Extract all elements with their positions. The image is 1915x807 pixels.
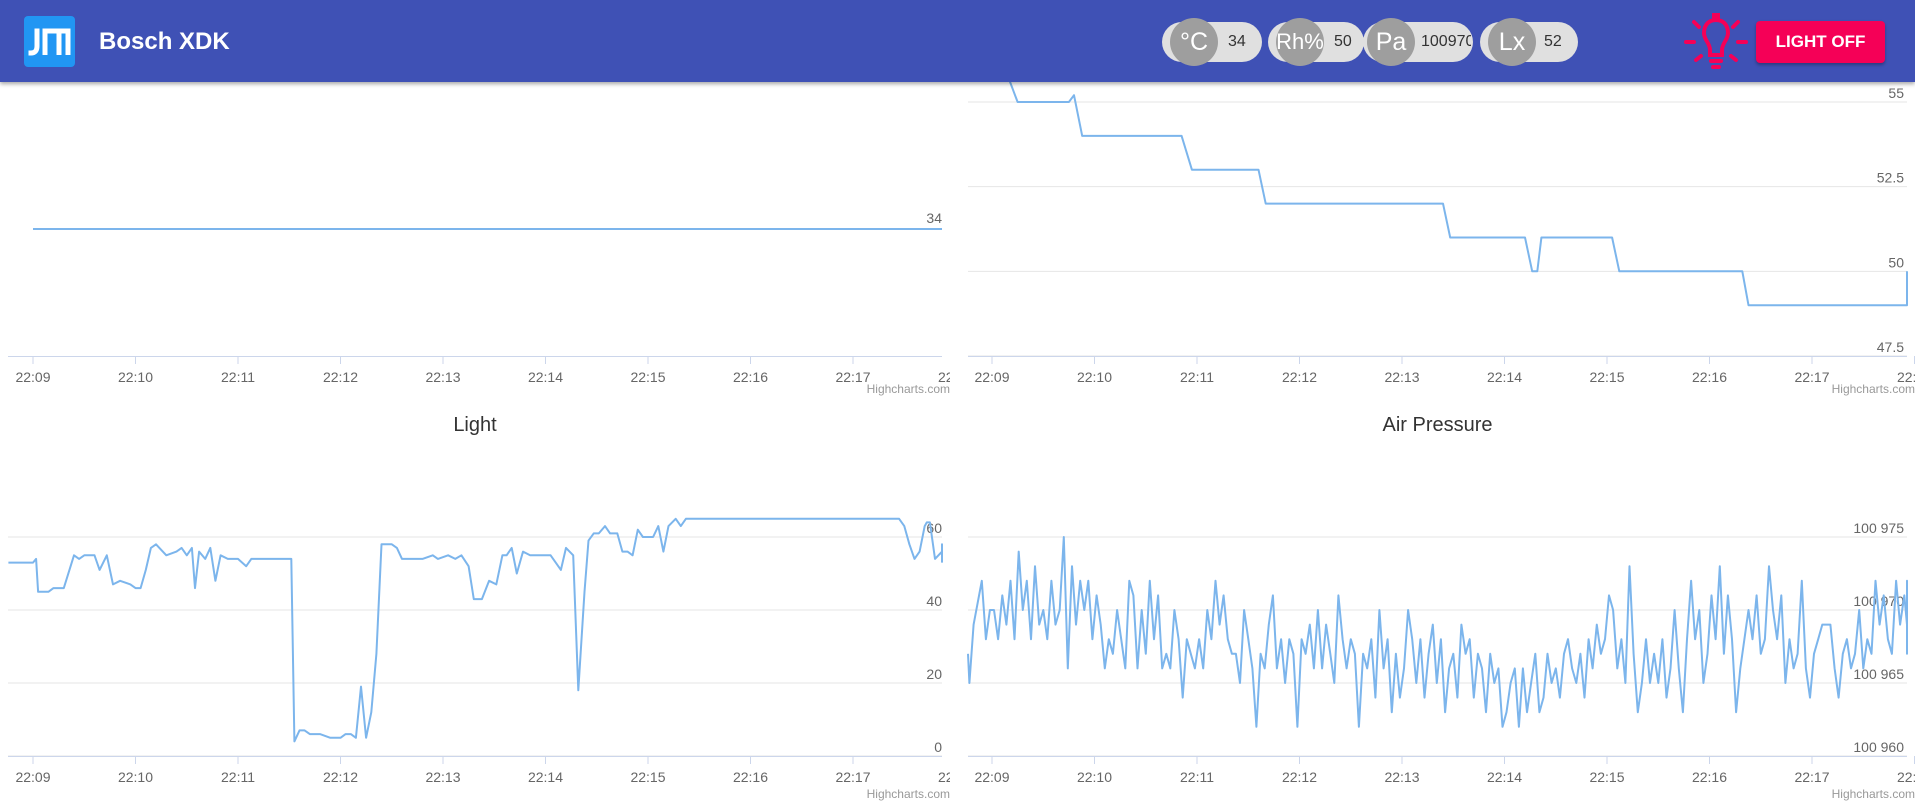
x-tick-label: 22:09: [974, 769, 1009, 785]
x-tick-label: 22:12: [1282, 369, 1317, 385]
y-tick-label: 52.5: [1877, 170, 1904, 186]
x-tick-label: 22:09: [974, 369, 1009, 385]
highcharts-credit[interactable]: Highcharts.com: [1832, 787, 1915, 801]
humidity-chart-plot: 55 52.5 50 47.5 22:09 22:10 22:11 22:12 22:13 22:…: [968, 82, 1915, 385]
app-logo-mark-icon: [28, 28, 71, 56]
y-tick-label: 55: [1888, 85, 1904, 101]
highcharts-credit[interactable]: Highcharts.com: [867, 787, 950, 801]
air-pressure-chart: Air Pressure 100 975 100 970 100 965 100 96…: [960, 402, 1915, 807]
x-tick-label: 22:11: [221, 369, 255, 385]
air-pressure-chart-plot: 100 975100 970100 965100 96022:09 22:10 22…: [967, 520, 1915, 785]
light-toggle-button[interactable]: LIGHT OFF: [1756, 21, 1885, 63]
x-tick-label: 22:10: [1077, 369, 1112, 385]
x-tick-label: 22:17: [1794, 769, 1829, 785]
x-tick-label: 22:10: [118, 769, 153, 785]
humidity-icon: Rh%: [1276, 18, 1324, 66]
y-tick-label: 20: [926, 666, 942, 682]
series-line: [8, 517, 943, 743]
highcharts-credit[interactable]: Highcharts.com: [1832, 382, 1915, 396]
x-tick-label: 22:14: [1487, 769, 1522, 785]
lux-icon: Lx: [1488, 18, 1536, 66]
series-line: [967, 536, 1908, 728]
x-tick-label: 22:17: [835, 369, 870, 385]
x-tick-label: 22:18: [1897, 769, 1915, 785]
celsius-icon: °C: [1170, 18, 1218, 66]
data-label: 34: [926, 210, 942, 226]
pressure-value: 100970: [1421, 33, 1471, 50]
lightbulb-icon: [1684, 13, 1748, 69]
y-tick-label: 50: [1888, 254, 1904, 270]
pressure-chip: Pa 100970: [1363, 18, 1473, 66]
x-tick-label: 22:14: [528, 369, 563, 385]
x-tick-label: 22:17: [835, 769, 870, 785]
x-tick-label: 22:11: [1180, 369, 1214, 385]
light-chip: Lx 52: [1480, 18, 1578, 66]
humidity-value: 50: [1334, 33, 1352, 50]
x-tick-label: 22:13: [1384, 369, 1419, 385]
app-title: Bosch XDK: [99, 28, 230, 55]
x-tick-label: 22:11: [1180, 769, 1214, 785]
x-tick-label: 22:10: [118, 369, 153, 385]
pascal-icon: Pa: [1367, 18, 1415, 66]
y-tick-label: 100 960: [1853, 739, 1904, 755]
light-value: 52: [1544, 33, 1562, 50]
y-tick-label: 100 965: [1853, 666, 1904, 682]
app-logo: [24, 16, 75, 67]
y-tick-label: 40: [926, 593, 942, 609]
x-tick-label: 22:18: [938, 769, 950, 785]
x-tick-label: 22:14: [1487, 369, 1522, 385]
x-tick-label: 22:09: [15, 769, 50, 785]
x-tick-label: 22:16: [733, 369, 768, 385]
x-tick-label: 22:15: [1589, 369, 1624, 385]
x-tick-label: 22:12: [323, 769, 358, 785]
highcharts-credit[interactable]: Highcharts.com: [867, 382, 950, 396]
y-tick-label: 47.5: [1877, 339, 1904, 355]
x-tick-label: 22:13: [1384, 769, 1419, 785]
x-tick-label: 22:15: [630, 769, 665, 785]
temperature-value: 34: [1228, 33, 1246, 50]
x-tick-label: 22:14: [528, 769, 563, 785]
x-tick-label: 22:16: [1692, 369, 1727, 385]
light-chart-plot: 604020022:09 22:10 22:11 22:12 22:13 22:14 22:…: [8, 517, 950, 785]
x-tick-label: 22:12: [1282, 769, 1317, 785]
x-tick-label: 22:17: [1794, 369, 1829, 385]
y-tick-label: 0: [934, 739, 942, 755]
x-tick-label: 22:13: [425, 769, 460, 785]
temperature-chip: °C 34: [1162, 18, 1262, 66]
humidity-chip: Rh% 50: [1268, 18, 1364, 66]
x-tick-label: 22:13: [425, 369, 460, 385]
light-chart: Light 60 40 20 0 22:09 22:10 22:11 22:12 22:13 22…: [0, 402, 950, 807]
x-tick-label: 22:09: [15, 369, 50, 385]
app-bar: Bosch XDK °C 34 Rh% 50 Pa 100970 Lx 52 L…: [0, 0, 1915, 82]
x-tick-label: 22:15: [630, 369, 665, 385]
y-tick-label: 100 975: [1853, 520, 1904, 536]
temperature-chart-plot: 22:09 22:10 22:11 22:12 22:13 22:14 22:15 22:16…: [8, 210, 950, 385]
temperature-chart: 22:09 22:10 22:11 22:12 22:13 22:14 22:15 22:16…: [0, 82, 950, 402]
x-tick-label: 22:12: [323, 369, 358, 385]
x-tick-label: 22:15: [1589, 769, 1624, 785]
x-tick-label: 22:16: [733, 769, 768, 785]
humidity-chart: 55 52.5 50 47.5 22:09 22:10 22:11 22:12 22:13 22:…: [960, 82, 1915, 402]
x-tick-label: 22:10: [1077, 769, 1112, 785]
x-tick-label: 22:11: [221, 769, 255, 785]
x-tick-label: 22:16: [1692, 769, 1727, 785]
